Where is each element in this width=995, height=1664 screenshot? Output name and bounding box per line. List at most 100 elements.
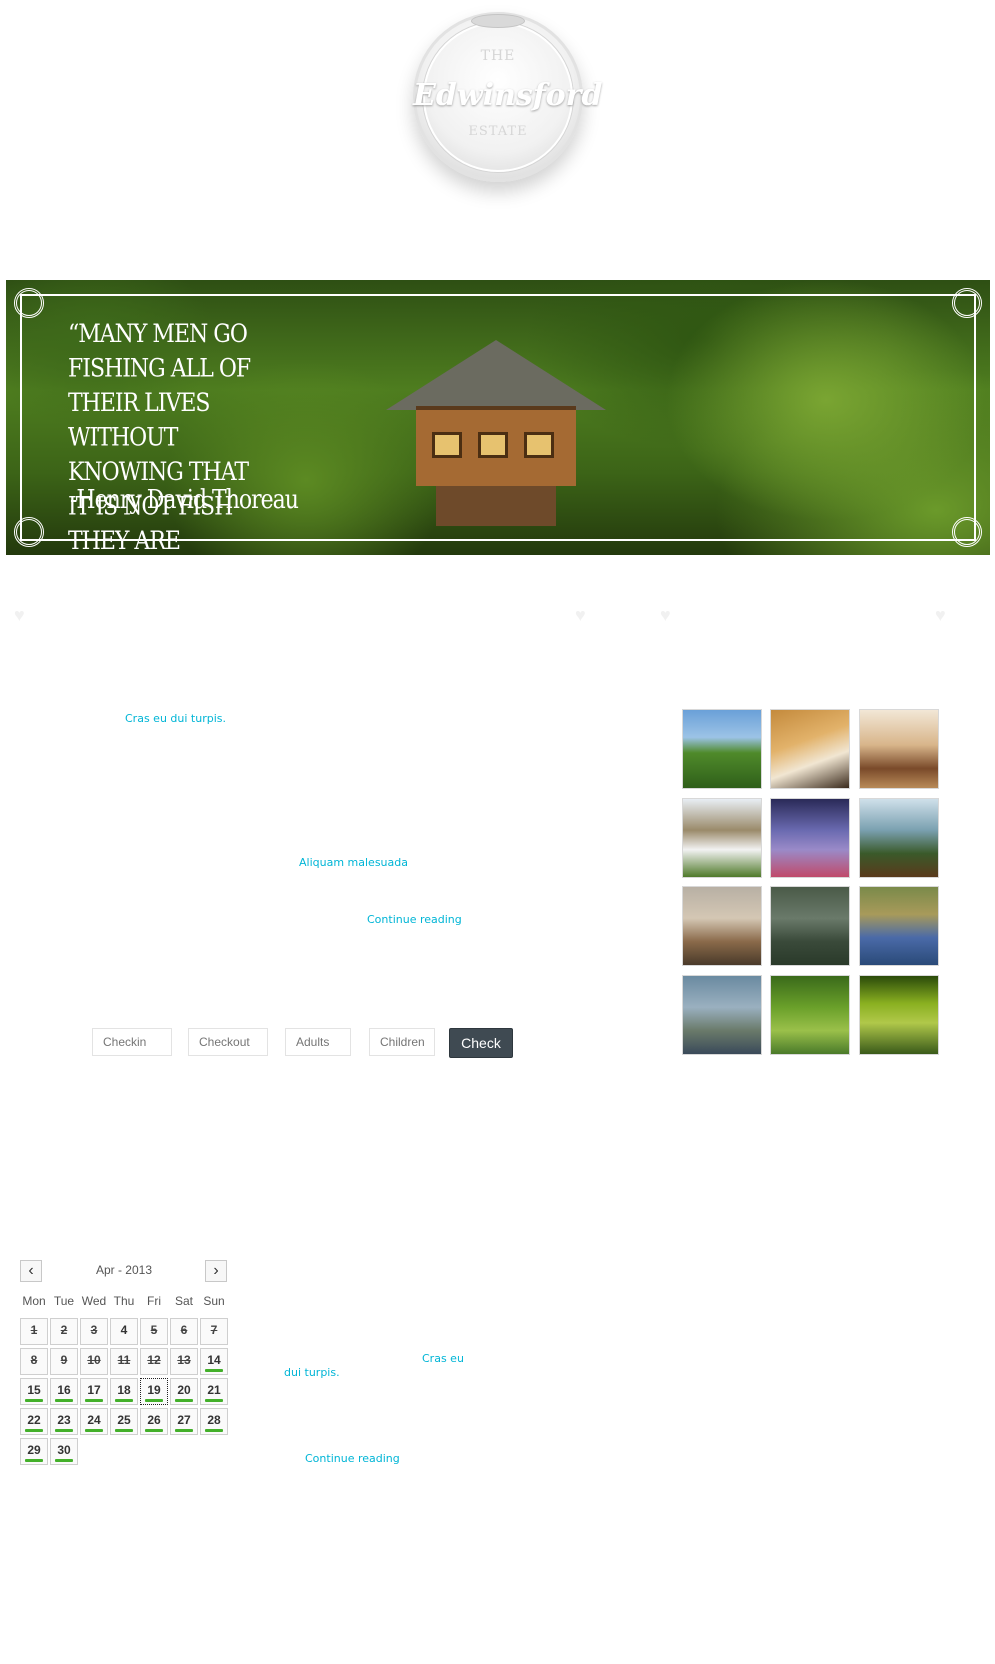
weekday-label: Sat <box>174 1294 193 1308</box>
availability-bar <box>55 1459 73 1462</box>
calendar-day-number: 26 <box>147 1413 161 1427</box>
calendar-day[interactable]: 16 <box>50 1378 78 1405</box>
calendar-day[interactable]: 12 <box>140 1348 168 1375</box>
gallery-thumb-child-fishing[interactable] <box>770 975 850 1055</box>
gallery-thumb-wheatear-bird[interactable] <box>682 886 762 966</box>
ornament-corner-icon <box>952 517 982 547</box>
cras-link-2-cont[interactable]: dui turpis. <box>284 1366 340 1379</box>
calendar-day[interactable]: 2 <box>50 1318 78 1345</box>
calendar-day[interactable]: 26 <box>140 1408 168 1435</box>
continue-reading-link[interactable]: Continue reading <box>367 913 462 926</box>
calendar-day-number: 6 <box>180 1323 188 1337</box>
calendar-day-number: 21 <box>207 1383 221 1397</box>
calendar-day[interactable]: 6 <box>170 1318 198 1345</box>
calendar-day[interactable]: 14 <box>200 1348 228 1375</box>
calendar-day[interactable]: 15 <box>20 1378 48 1405</box>
logo-line-estate: ESTATE <box>468 124 528 139</box>
weekday-label: Wed <box>81 1294 107 1308</box>
banner-quote-author: -Henry David Thoreau <box>70 485 299 515</box>
cras-link[interactable]: Cras eu dui turpis. <box>125 712 226 725</box>
checkout-input[interactable] <box>188 1028 268 1056</box>
weekday-label: Tue <box>53 1294 75 1308</box>
adults-input[interactable] <box>285 1028 351 1056</box>
calendar-day-number: 10 <box>87 1353 101 1367</box>
calendar-day-number: 8 <box>30 1353 38 1367</box>
checkin-input[interactable] <box>92 1028 172 1056</box>
availability-bar <box>25 1429 43 1432</box>
chevron-left-icon[interactable]: ‹ <box>20 1260 42 1282</box>
calendar-day[interactable]: 3 <box>80 1318 108 1345</box>
gallery-thumb-white-house[interactable] <box>682 709 762 789</box>
calendar-day[interactable]: 24 <box>80 1408 108 1435</box>
calendar-day-number: 1 <box>30 1323 38 1337</box>
gallery-thumb-living-room[interactable] <box>859 709 939 789</box>
gallery-thumb-eagle[interactable] <box>859 798 939 878</box>
calendar-day[interactable]: 23 <box>50 1408 78 1435</box>
calendar-day-number: 3 <box>90 1323 98 1337</box>
check-availability-button[interactable]: Check <box>449 1028 513 1058</box>
gallery-thumb-lake-angler[interactable] <box>859 886 939 966</box>
calendar-day[interactable]: 28 <box>200 1408 228 1435</box>
calendar-day-number: 19 <box>147 1383 161 1397</box>
calendar-day-number: 29 <box>27 1443 41 1457</box>
site-logo[interactable]: THE Edwinsford ESTATE <box>413 12 603 182</box>
gallery-thumb-house-at-night[interactable] <box>770 798 850 878</box>
calendar-day[interactable]: 11 <box>110 1348 138 1375</box>
availability-bar <box>55 1399 73 1402</box>
calendar-day-number: 23 <box>57 1413 71 1427</box>
calendar-day[interactable]: 5 <box>140 1318 168 1345</box>
gallery-thumb-thatched-cottage[interactable] <box>682 798 762 878</box>
calendar-day[interactable]: 13 <box>170 1348 198 1375</box>
children-input[interactable] <box>369 1028 435 1056</box>
calendar-day-number: 20 <box>177 1383 191 1397</box>
calendar-day[interactable]: 30 <box>50 1438 78 1465</box>
weekday-label: Thu <box>113 1294 135 1308</box>
availability-bar <box>205 1369 223 1372</box>
calendar-day-number: 5 <box>150 1323 158 1337</box>
availability-bar <box>115 1399 133 1402</box>
calendar-day[interactable]: 9 <box>50 1348 78 1375</box>
calendar-day[interactable]: 8 <box>20 1348 48 1375</box>
gallery-thumb-bedroom[interactable] <box>770 709 850 789</box>
calendar-day-number: 18 <box>117 1383 131 1397</box>
gallery-thumb-woodland-walk[interactable] <box>859 975 939 1055</box>
calendar-day-number: 13 <box>177 1353 191 1367</box>
calendar-day-number: 11 <box>117 1353 131 1367</box>
continue-reading-link-2[interactable]: Continue reading <box>305 1452 400 1465</box>
calendar-day[interactable]: 29 <box>20 1438 48 1465</box>
availability-bar <box>25 1459 43 1462</box>
calendar-day[interactable]: 1 <box>20 1318 48 1345</box>
availability-bar <box>205 1429 223 1432</box>
calendar-day[interactable]: 20 <box>170 1378 198 1405</box>
calendar-day[interactable]: 4 <box>110 1318 138 1345</box>
calendar-day-number: 14 <box>207 1353 221 1367</box>
calendar-day-number: 27 <box>177 1413 191 1427</box>
weekday-label: Fri <box>147 1294 161 1308</box>
calendar-day-number: 25 <box>117 1413 131 1427</box>
availability-bar <box>115 1429 133 1432</box>
availability-bar <box>205 1399 223 1402</box>
logo-line-the: THE <box>480 48 516 64</box>
availability-bar <box>175 1429 193 1432</box>
calendar-day-number: 17 <box>87 1383 101 1397</box>
calendar-day[interactable]: 25 <box>110 1408 138 1435</box>
aliquam-link[interactable]: Aliquam malesuada <box>299 856 408 869</box>
calendar-day[interactable]: 27 <box>170 1408 198 1435</box>
chevron-right-icon[interactable]: › <box>205 1260 227 1282</box>
heart-icon: ♥ <box>14 605 25 625</box>
calendar-day-number: 7 <box>210 1323 218 1337</box>
gallery-thumb-river-angler[interactable] <box>770 886 850 966</box>
calendar-day[interactable]: 19 <box>140 1378 168 1405</box>
availability-bar <box>85 1429 103 1432</box>
calendar-day[interactable]: 10 <box>80 1348 108 1375</box>
calendar-day[interactable]: 18 <box>110 1378 138 1405</box>
logo-line-name: Edwinsford <box>413 78 603 113</box>
ornament-corner-icon <box>14 288 44 318</box>
calendar-day[interactable]: 17 <box>80 1378 108 1405</box>
cras-link-2[interactable]: Cras eu <box>422 1352 464 1365</box>
calendar-day[interactable]: 22 <box>20 1408 48 1435</box>
availability-bar <box>145 1429 163 1432</box>
gallery-thumb-salmon-catch[interactable] <box>682 975 762 1055</box>
calendar-day[interactable]: 7 <box>200 1318 228 1345</box>
calendar-day[interactable]: 21 <box>200 1378 228 1405</box>
